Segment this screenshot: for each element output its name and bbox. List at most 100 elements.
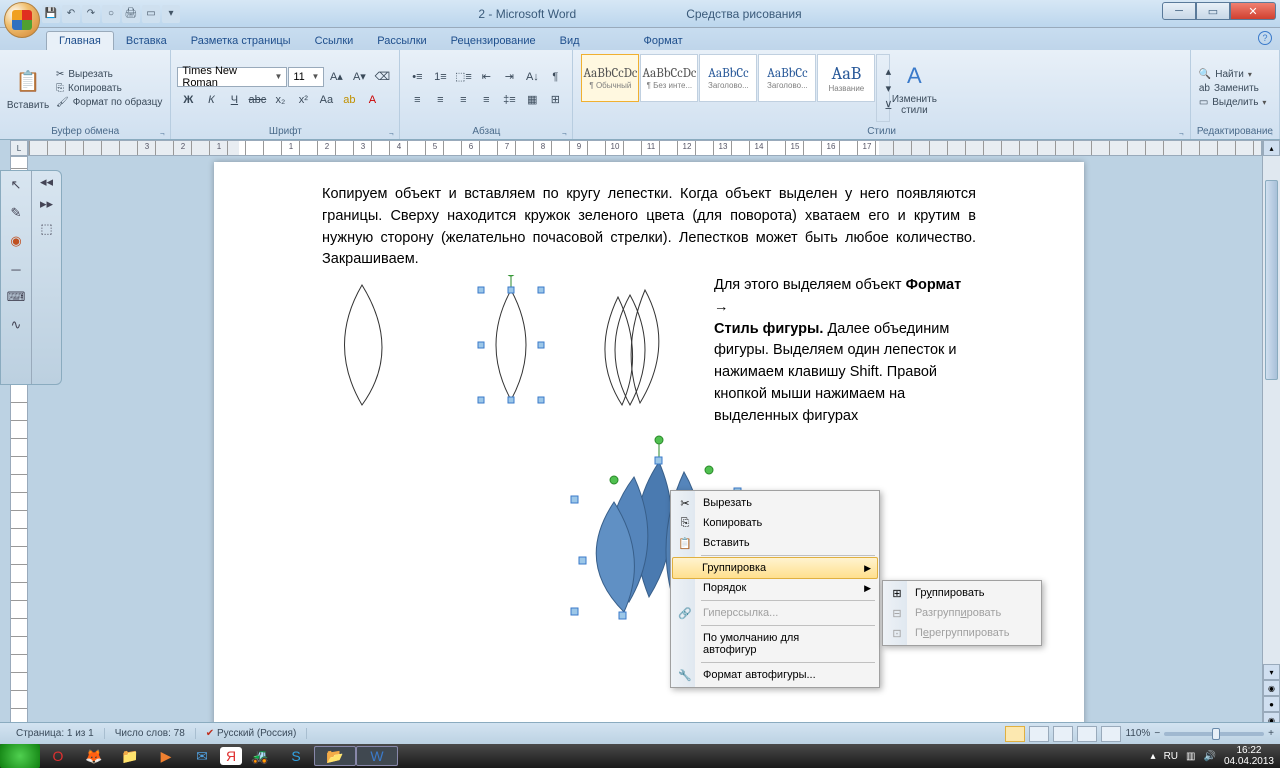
change-case-button[interactable]: Aa bbox=[315, 90, 337, 110]
taskbar-app-icon[interactable]: 🚜 bbox=[242, 745, 278, 767]
start-button[interactable] bbox=[0, 744, 40, 768]
font-size-select[interactable]: 11▼ bbox=[288, 67, 324, 87]
color-tool-icon[interactable]: ◉ bbox=[1, 227, 31, 255]
help-icon[interactable]: ? bbox=[1258, 31, 1272, 45]
pencil-tool-icon[interactable]: ✎ bbox=[1, 199, 31, 227]
petal-shape-2-selected[interactable] bbox=[456, 275, 566, 415]
style-gallery[interactable]: AaBbCcDc¶ Обычный AaBbCcDc¶ Без инте... … bbox=[579, 52, 892, 124]
palette-nav-icon[interactable]: ▸▸ bbox=[32, 193, 61, 215]
browse-object-icon[interactable]: ● bbox=[1263, 696, 1280, 712]
view-draft-button[interactable] bbox=[1101, 726, 1121, 742]
zoom-in-button[interactable]: + bbox=[1268, 728, 1274, 739]
save-icon[interactable]: 💾 bbox=[42, 5, 60, 23]
superscript-button[interactable]: x² bbox=[292, 90, 314, 110]
italic-button[interactable]: К bbox=[200, 90, 222, 110]
ctx-paste[interactable]: 📋Вставить bbox=[673, 533, 877, 553]
ctx-format-autoshape[interactable]: 🔧Формат автофигуры... bbox=[673, 665, 877, 685]
palette-tool-icon[interactable]: ⬚ bbox=[32, 215, 61, 243]
redo-icon[interactable]: ↷ bbox=[82, 5, 100, 23]
indent-inc-button[interactable]: ⇥ bbox=[498, 67, 520, 87]
align-center-button[interactable]: ≡ bbox=[429, 90, 451, 110]
status-words[interactable]: Число слов: 78 bbox=[105, 728, 196, 739]
find-button[interactable]: 🔍Найти▾ bbox=[1197, 68, 1273, 81]
tray-expand-icon[interactable]: ▴ bbox=[1151, 751, 1156, 762]
show-marks-button[interactable]: ¶ bbox=[544, 67, 566, 87]
replace-button[interactable]: abЗаменить bbox=[1197, 82, 1273, 95]
taskbar-mail-icon[interactable]: ✉ bbox=[184, 745, 220, 767]
style-item[interactable]: AaBbCcDc¶ Обычный bbox=[581, 54, 639, 102]
ctx-copy[interactable]: ⎘Копировать bbox=[673, 513, 877, 533]
bold-button[interactable]: Ж bbox=[177, 90, 199, 110]
style-item[interactable]: AaBbCcDc¶ Без инте... bbox=[640, 54, 698, 102]
minimize-button[interactable]: ─ bbox=[1162, 2, 1196, 20]
maximize-button[interactable]: ▭ bbox=[1196, 2, 1230, 20]
line-tool-icon[interactable]: ─ bbox=[1, 255, 31, 283]
scrollbar-thumb[interactable] bbox=[1265, 180, 1278, 380]
palette-nav-icon[interactable]: ◂◂ bbox=[32, 171, 61, 193]
font-name-select[interactable]: Times New Roman▼ bbox=[177, 67, 287, 87]
status-language[interactable]: ✔ Русский (Россия) bbox=[196, 728, 308, 739]
change-styles-button[interactable]: A Изменить стили bbox=[892, 52, 936, 124]
tab-layout[interactable]: Разметка страницы bbox=[179, 32, 303, 50]
format-painter-button[interactable]: 🖌Формат по образцу bbox=[54, 96, 164, 109]
highlight-button[interactable]: ab bbox=[338, 90, 360, 110]
arrow-tool-icon[interactable]: ↖ bbox=[1, 171, 31, 199]
strike-button[interactable]: abc bbox=[246, 90, 268, 110]
view-print-layout-button[interactable] bbox=[1005, 726, 1025, 742]
view-web-button[interactable] bbox=[1053, 726, 1073, 742]
qat-icon[interactable]: ▭ bbox=[142, 5, 160, 23]
ctx-order[interactable]: Порядок▶ bbox=[673, 578, 877, 598]
qat-icon[interactable]: ○ bbox=[102, 5, 120, 23]
zoom-out-button[interactable]: − bbox=[1154, 728, 1160, 739]
tab-references[interactable]: Ссылки bbox=[303, 32, 366, 50]
sort-button[interactable]: A↓ bbox=[521, 67, 543, 87]
status-page[interactable]: Страница: 1 из 1 bbox=[6, 728, 105, 739]
taskbar-explorer-icon[interactable]: 📁 bbox=[112, 745, 148, 767]
tray-lang[interactable]: RU bbox=[1164, 751, 1178, 762]
curve-tool-icon[interactable]: ∿ bbox=[1, 311, 31, 339]
petal-shape-1[interactable] bbox=[322, 275, 442, 415]
office-button[interactable] bbox=[4, 2, 40, 38]
clear-format-icon[interactable]: ⌫ bbox=[371, 67, 393, 87]
taskbar-folder-icon[interactable]: 📂 bbox=[314, 746, 356, 766]
justify-button[interactable]: ≡ bbox=[475, 90, 497, 110]
ctx-default-autoshape[interactable]: По умолчанию для автофигур bbox=[673, 628, 877, 660]
view-outline-button[interactable] bbox=[1077, 726, 1097, 742]
shrink-font-icon[interactable]: A▾ bbox=[348, 67, 370, 87]
horizontal-ruler[interactable]: 3211234567891011121314151617 bbox=[28, 140, 1262, 156]
zoom-slider[interactable] bbox=[1164, 732, 1264, 736]
drawing-tool-palette[interactable]: ↖ ✎ ◉ ─ ⌨ ∿ ◂◂ ▸▸ ⬚ bbox=[0, 170, 62, 385]
tab-format[interactable]: Формат bbox=[632, 32, 695, 50]
subscript-button[interactable]: x₂ bbox=[269, 90, 291, 110]
style-item[interactable]: AaBbCcЗаголово... bbox=[758, 54, 816, 102]
taskbar-yandex-icon[interactable]: Я bbox=[220, 747, 242, 765]
cut-button[interactable]: ✂Вырезать bbox=[54, 68, 164, 81]
multilevel-button[interactable]: ⬚≡ bbox=[452, 67, 474, 87]
indent-dec-button[interactable]: ⇤ bbox=[475, 67, 497, 87]
paste-button[interactable]: 📋 Вставить bbox=[6, 52, 50, 124]
keyboard-tool-icon[interactable]: ⌨ bbox=[1, 283, 31, 311]
style-item[interactable]: AaBbCcЗаголово... bbox=[699, 54, 757, 102]
view-fullscreen-button[interactable] bbox=[1029, 726, 1049, 742]
tab-insert[interactable]: Вставка bbox=[114, 32, 179, 50]
vertical-scrollbar[interactable]: ▴ ▾ ◉ ● ◉ bbox=[1262, 140, 1280, 728]
tray-flag-icon[interactable]: ▥ bbox=[1186, 751, 1195, 762]
grow-font-icon[interactable]: A▴ bbox=[325, 67, 347, 87]
scroll-down-icon[interactable]: ▾ bbox=[1263, 664, 1280, 680]
prev-page-icon[interactable]: ◉ bbox=[1263, 680, 1280, 696]
tray-clock[interactable]: 16:2204.04.2013 bbox=[1224, 745, 1274, 767]
taskbar-skype-icon[interactable]: S bbox=[278, 745, 314, 767]
tray-network-icon[interactable]: 🔊 bbox=[1203, 751, 1215, 762]
tab-view[interactable]: Вид bbox=[548, 32, 592, 50]
numbering-button[interactable]: 1≡ bbox=[429, 67, 451, 87]
ruler-corner[interactable]: L bbox=[10, 140, 28, 156]
tab-mailings[interactable]: Рассылки bbox=[365, 32, 438, 50]
undo-icon[interactable]: ↶ bbox=[62, 5, 80, 23]
align-right-button[interactable]: ≡ bbox=[452, 90, 474, 110]
align-left-button[interactable]: ≡ bbox=[406, 90, 428, 110]
underline-button[interactable]: Ч bbox=[223, 90, 245, 110]
close-button[interactable]: ✕ bbox=[1230, 2, 1276, 20]
font-color-button[interactable]: A bbox=[361, 90, 383, 110]
petal-shape-3[interactable] bbox=[580, 275, 700, 415]
taskbar-opera-icon[interactable]: O bbox=[40, 745, 76, 767]
